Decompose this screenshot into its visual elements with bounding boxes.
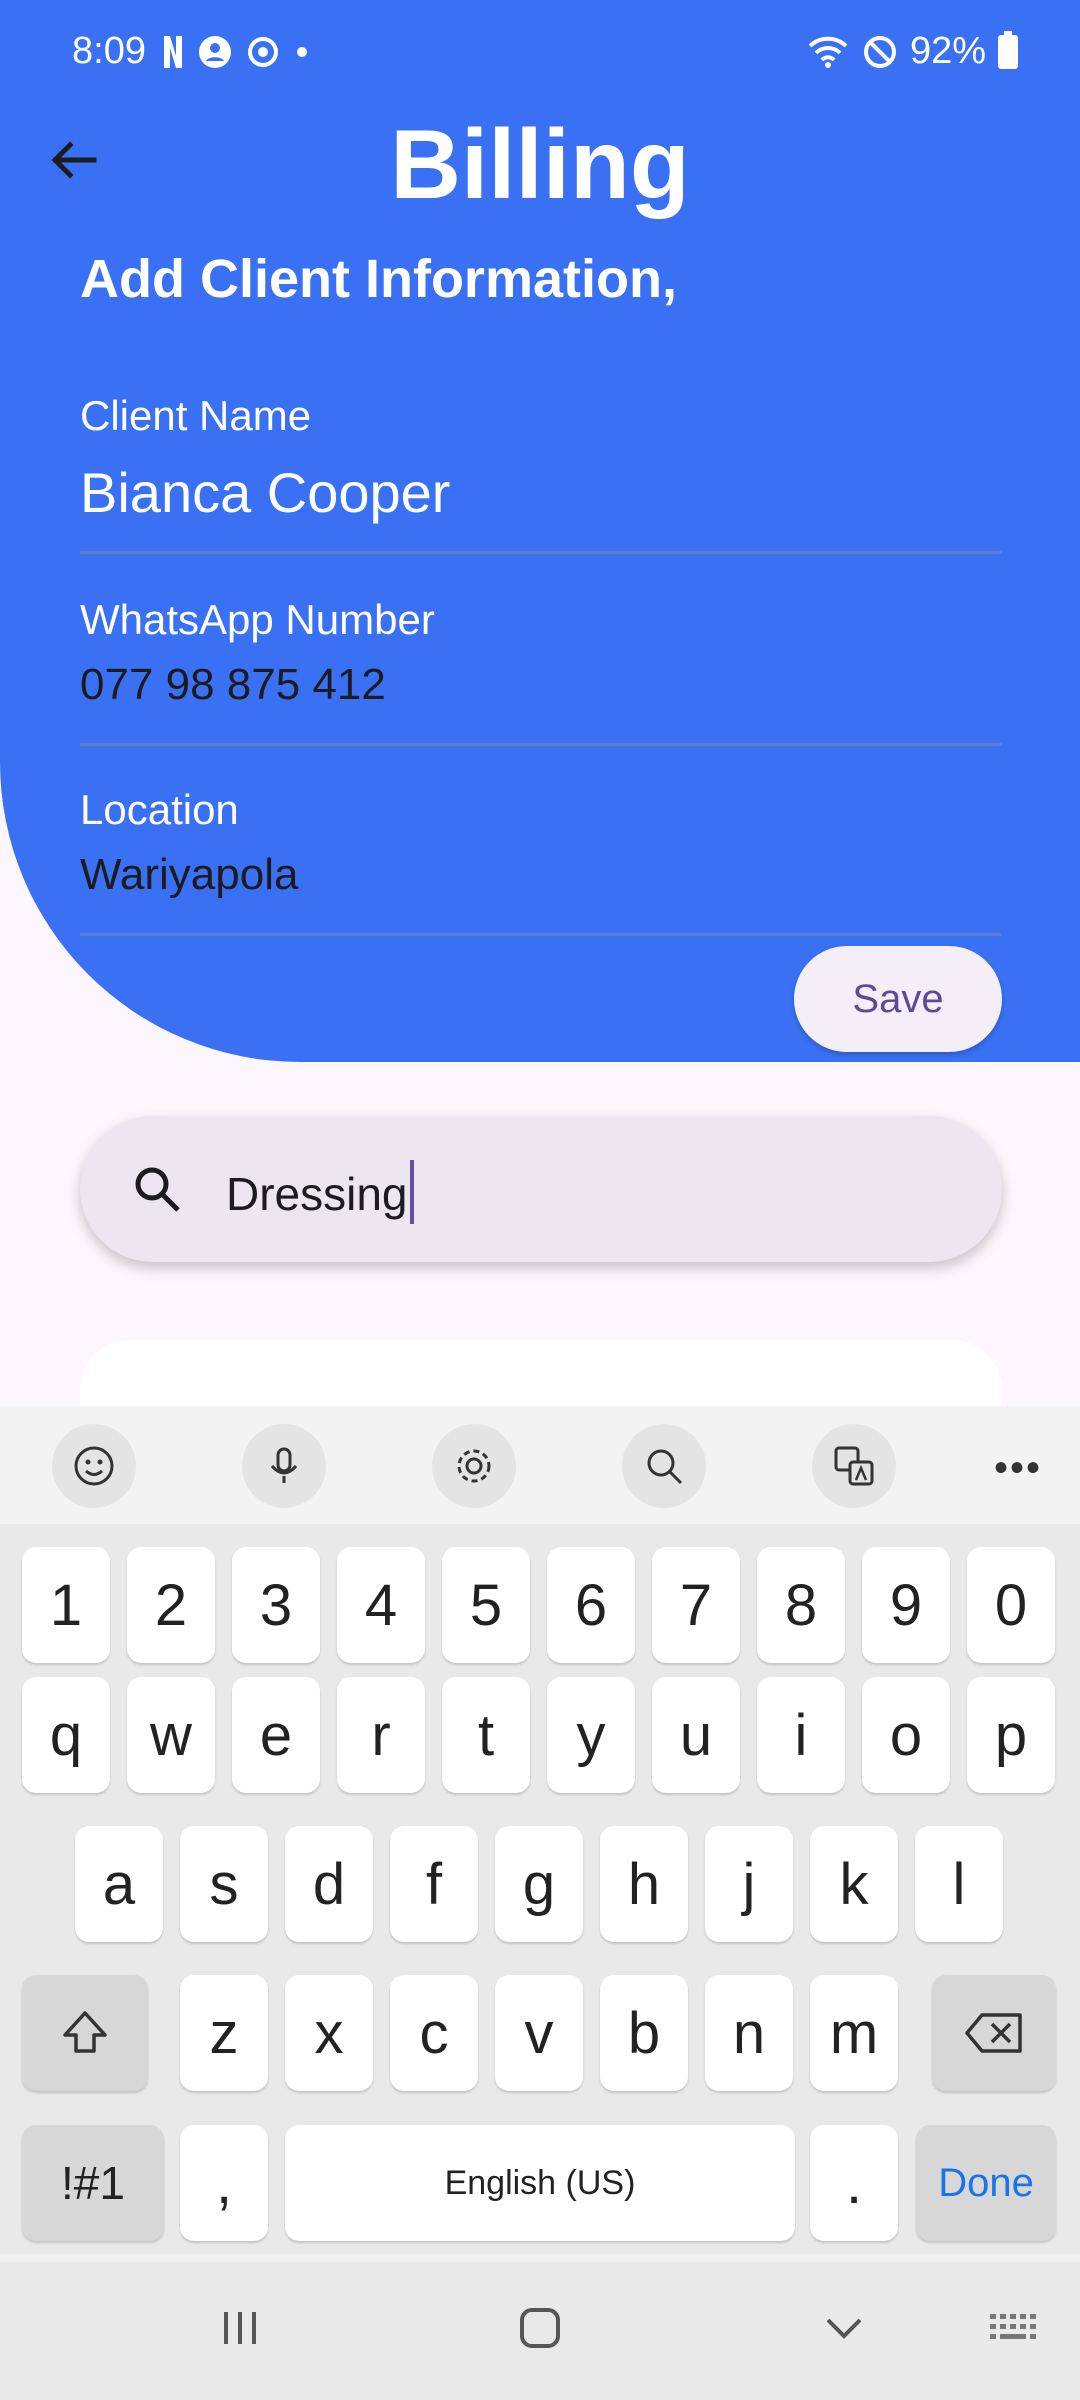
key-1[interactable]: 1: [22, 1547, 110, 1663]
comma-key[interactable]: ,: [180, 2125, 268, 2241]
microphone-icon: [270, 1447, 298, 1483]
shift-icon: [63, 2011, 107, 2053]
dot-icon: [297, 47, 307, 57]
battery-percent: 92%: [909, 30, 986, 72]
recent-apps-icon[interactable]: [218, 2306, 262, 2350]
key-w[interactable]: w: [127, 1677, 215, 1793]
location-value[interactable]: Wariyapola: [80, 850, 1002, 900]
key-c[interactable]: c: [390, 1975, 478, 2091]
notification-icons: [162, 34, 310, 70]
key-9[interactable]: 9: [862, 1547, 950, 1663]
emoji-icon: [74, 1446, 114, 1486]
search-input-value: Dressing: [226, 1168, 408, 1220]
page-subtitle: Add Client Information,: [80, 249, 677, 309]
key-t[interactable]: t: [442, 1677, 530, 1793]
keyboard-keys: 1 2 3 4 5 6 7 8 9 0 q w e r t y u i o p …: [0, 1524, 1080, 2254]
battery-icon: [998, 30, 1018, 69]
account-icon: [199, 36, 231, 68]
gear-icon: [457, 1449, 491, 1483]
shift-key[interactable]: [22, 1975, 148, 2091]
key-j[interactable]: j: [705, 1826, 793, 1942]
hide-keyboard-icon[interactable]: [822, 2306, 866, 2350]
keyboard: ••• 1 2 3 4 5 6 7 8 9 0 q w e r t y u i …: [0, 1406, 1080, 2400]
key-6[interactable]: 6: [547, 1547, 635, 1663]
key-h[interactable]: h: [600, 1826, 688, 1942]
key-0[interactable]: 0: [967, 1547, 1055, 1663]
keyboard-search-button[interactable]: [622, 1424, 706, 1508]
backspace-icon: [965, 2013, 1022, 2053]
search-bar[interactable]: Dressing: [80, 1116, 1002, 1262]
backspace-key[interactable]: [932, 1975, 1056, 2091]
navigation-bar: [0, 2262, 1080, 2400]
key-r[interactable]: r: [337, 1677, 425, 1793]
key-x[interactable]: x: [285, 1975, 373, 2091]
key-n[interactable]: n: [705, 1975, 793, 2091]
save-button[interactable]: Save: [794, 946, 1002, 1052]
key-z[interactable]: z: [180, 1975, 268, 2091]
search-icon: [647, 1449, 683, 1485]
key-3[interactable]: 3: [232, 1547, 320, 1663]
keyboard-toolbar: •••: [0, 1406, 1080, 1524]
page-title: Billing: [390, 109, 690, 219]
location-field[interactable]: Location Wariyapola: [80, 786, 1002, 936]
key-5[interactable]: 5: [442, 1547, 530, 1663]
keyboard-settings-button[interactable]: [432, 1424, 516, 1508]
key-i[interactable]: i: [757, 1677, 845, 1793]
key-v[interactable]: v: [495, 1975, 583, 2091]
key-q[interactable]: q: [22, 1677, 110, 1793]
translate-button[interactable]: [812, 1424, 896, 1508]
search-input[interactable]: Dressing: [226, 1160, 414, 1224]
key-e[interactable]: e: [232, 1677, 320, 1793]
key-o[interactable]: o: [862, 1677, 950, 1793]
space-key[interactable]: English (US): [285, 2125, 795, 2241]
key-k[interactable]: k: [810, 1826, 898, 1942]
emoji-button[interactable]: [52, 1424, 136, 1508]
key-8[interactable]: 8: [757, 1547, 845, 1663]
search-icon: [135, 1167, 180, 1212]
key-d[interactable]: d: [285, 1826, 373, 1942]
wifi-icon: [808, 36, 848, 68]
sync-icon: [248, 37, 278, 67]
key-b[interactable]: b: [600, 1975, 688, 2091]
key-l[interactable]: l: [915, 1826, 1003, 1942]
client-name-label: Client Name: [80, 392, 312, 439]
whatsapp-number-field[interactable]: WhatsApp Number 077 98 875 412: [80, 596, 1002, 746]
client-name-value[interactable]: Bianca Cooper: [80, 460, 1002, 525]
dnd-icon: [863, 35, 896, 68]
keyboard-switch-icon[interactable]: [988, 2306, 1040, 2350]
key-g[interactable]: g: [495, 1826, 583, 1942]
key-p[interactable]: p: [967, 1677, 1055, 1793]
key-7[interactable]: 7: [652, 1547, 740, 1663]
done-key[interactable]: Done: [916, 2125, 1056, 2241]
voice-input-button[interactable]: [242, 1424, 326, 1508]
more-options-button[interactable]: •••: [994, 1446, 1042, 1491]
translate-icon: [834, 1446, 874, 1486]
status-time: 8:09: [72, 30, 146, 72]
status-bar: 8:09 92%: [0, 0, 1080, 108]
location-label: Location: [80, 786, 239, 833]
key-a[interactable]: a: [75, 1826, 163, 1942]
symbols-key[interactable]: !#1: [22, 2125, 164, 2241]
key-y[interactable]: y: [547, 1677, 635, 1793]
key-f[interactable]: f: [390, 1826, 478, 1942]
key-s[interactable]: s: [180, 1826, 268, 1942]
client-name-field[interactable]: Client Name Bianca Cooper: [80, 392, 1002, 554]
key-2[interactable]: 2: [127, 1547, 215, 1663]
whatsapp-number-value[interactable]: 077 98 875 412: [80, 660, 1002, 710]
whatsapp-number-label: WhatsApp Number: [80, 596, 435, 643]
system-icons: 92%: [806, 30, 1018, 73]
period-key[interactable]: .: [810, 2125, 898, 2241]
text-cursor: [409, 1160, 414, 1224]
key-m[interactable]: m: [810, 1975, 898, 2091]
key-u[interactable]: u: [652, 1677, 740, 1793]
home-icon[interactable]: [518, 2306, 562, 2350]
netflix-icon: [164, 36, 182, 68]
key-4[interactable]: 4: [337, 1547, 425, 1663]
